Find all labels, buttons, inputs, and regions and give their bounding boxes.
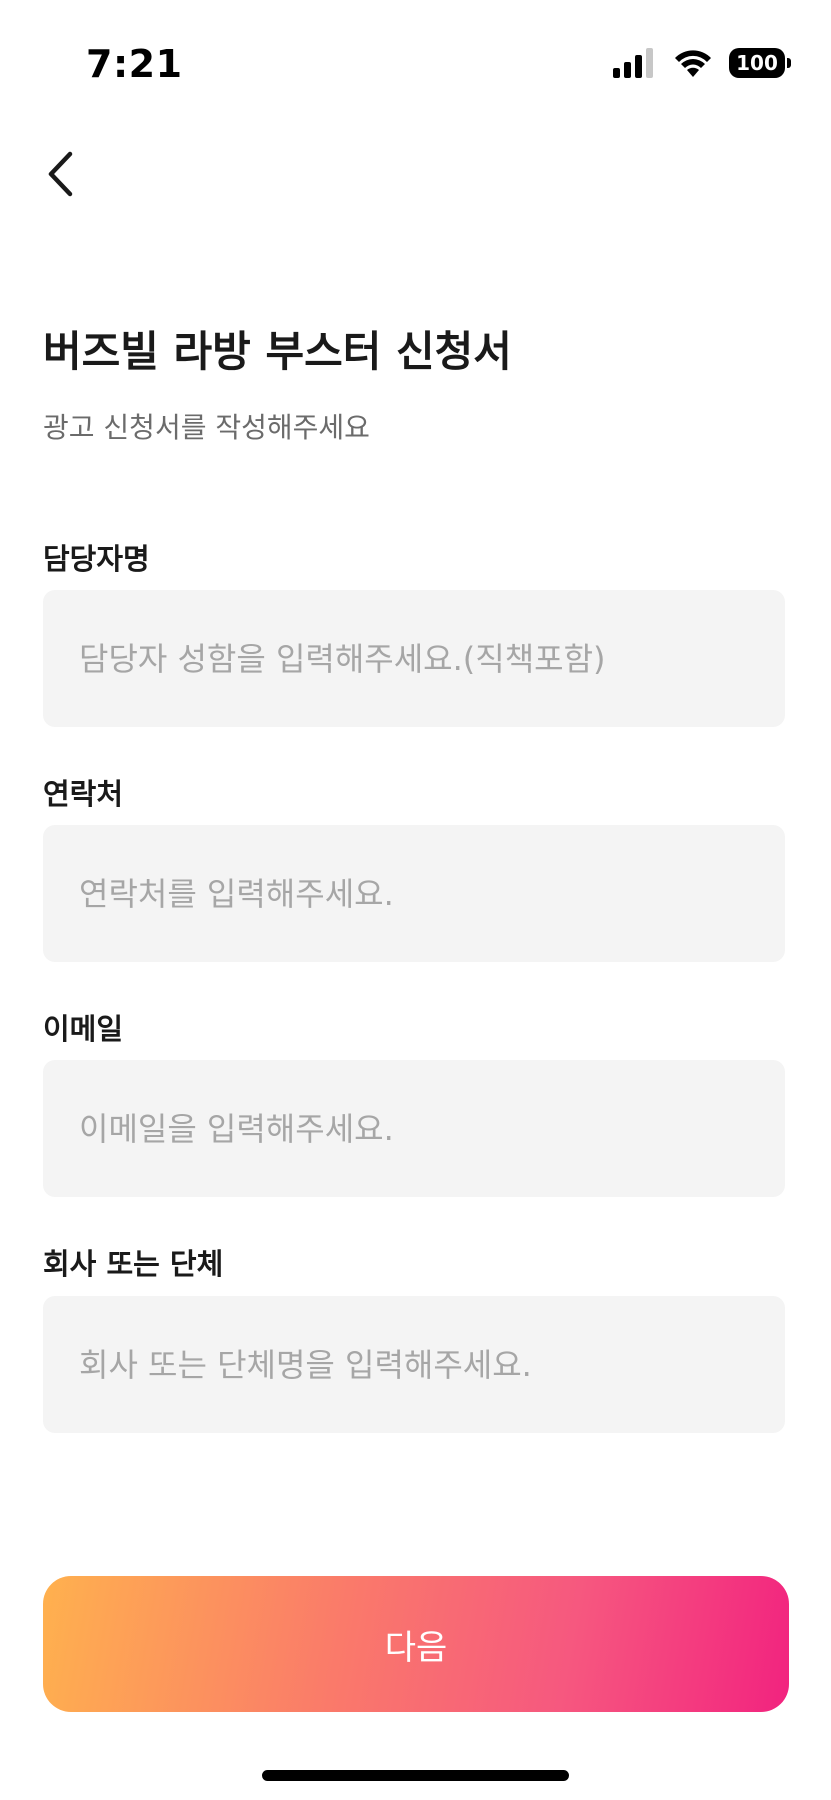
email-label: 이메일 — [43, 1012, 124, 1046]
status-bar: 7:21 100 — [0, 0, 831, 120]
manager-name-input[interactable] — [43, 590, 785, 727]
manager-name-label: 담당자명 — [43, 542, 150, 576]
company-label: 회사 또는 단체 — [43, 1247, 224, 1281]
back-button[interactable] — [40, 146, 80, 202]
battery-icon: 100 — [729, 48, 791, 78]
signal-icon — [613, 48, 653, 78]
next-button[interactable]: 다음 — [43, 1576, 789, 1712]
company-input[interactable] — [43, 1296, 785, 1433]
wifi-icon — [675, 50, 711, 77]
home-indicator[interactable] — [262, 1770, 569, 1781]
page-title: 버즈빌 라방 부스터 신청서 — [43, 327, 512, 376]
contact-input[interactable] — [43, 825, 785, 962]
status-time: 7:21 — [86, 42, 183, 86]
contact-label: 연락처 — [43, 777, 124, 811]
page-subtitle: 광고 신청서를 작성해주세요 — [43, 411, 370, 444]
email-input[interactable] — [43, 1060, 785, 1197]
chevron-left-icon — [48, 151, 73, 197]
status-icons: 100 — [613, 48, 791, 78]
battery-level: 100 — [736, 51, 778, 75]
